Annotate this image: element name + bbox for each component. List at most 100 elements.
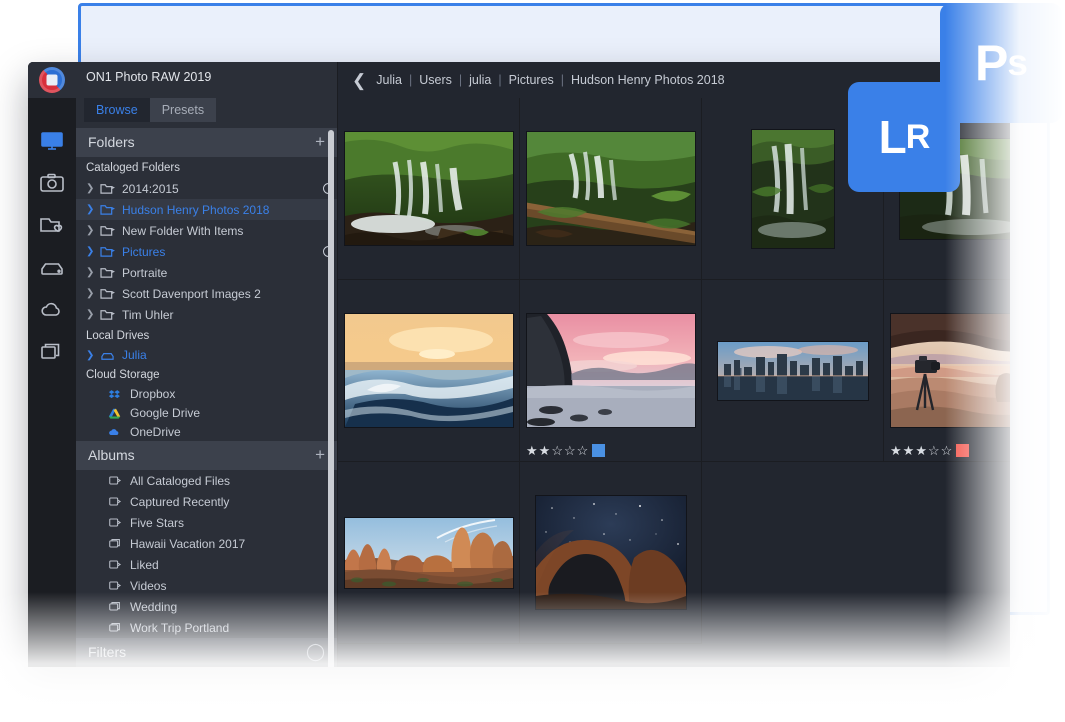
color-label-swatch[interactable] <box>592 444 606 457</box>
folder-row[interactable]: ❯ Hudson Henry Photos 2018 <box>76 199 337 221</box>
album-stack-icon <box>108 600 130 613</box>
drive-icon[interactable] <box>28 246 76 288</box>
photoshop-badge-label: P <box>975 35 1008 91</box>
chevron-left-icon[interactable]: ❮ <box>352 72 366 89</box>
cataloged-folders-label: Cataloged Folders <box>76 157 337 179</box>
folder-heart-icon[interactable] <box>28 204 76 246</box>
album-row[interactable]: Five Stars <box>76 512 337 533</box>
breadcrumb-item[interactable]: Hudson Henry Photos 2018 <box>571 73 725 87</box>
grid-cell[interactable] <box>338 462 520 644</box>
lightroom-badge[interactable]: LR <box>848 82 960 192</box>
breadcrumb-item[interactable]: Pictures <box>509 73 554 87</box>
breadcrumb-separator: | <box>458 73 463 87</box>
cloud-row-onedrive[interactable]: OneDrive <box>76 422 337 441</box>
tab-browse[interactable]: Browse <box>84 98 150 123</box>
layers-icon[interactable] <box>28 330 76 372</box>
chevron-right-icon[interactable]: ❯ <box>86 225 100 236</box>
folders-section-header[interactable]: Folders + <box>76 128 337 158</box>
breadcrumb-item[interactable]: Julia <box>376 73 402 87</box>
thumb-portland-skyline <box>717 341 868 400</box>
star-filled-icon[interactable]: ★ <box>539 444 551 457</box>
album-label: Captured Recently <box>130 494 230 509</box>
cloud-row-dropbox[interactable]: Dropbox <box>76 385 337 404</box>
thumb-mesa-arch-tripod <box>890 314 1010 427</box>
breadcrumb-item[interactable]: julia <box>469 73 491 87</box>
cloud-icon[interactable] <box>28 288 76 330</box>
album-row[interactable]: Wedding <box>76 596 337 617</box>
cloud-row-google-drive[interactable]: Google Drive <box>76 404 337 423</box>
thumb-park-avenue-arches <box>344 517 513 588</box>
star-empty-icon[interactable]: ☆ <box>564 444 576 457</box>
chevron-right-icon[interactable]: ❯ <box>86 204 100 215</box>
on1-aperture-logo <box>39 67 65 93</box>
folder-row[interactable]: ❯ Tim Uhler <box>76 304 337 325</box>
star-empty-icon[interactable]: ☆ <box>941 444 953 457</box>
rating-badge[interactable]: ★ ★ ☆ ☆ ☆ <box>526 444 606 457</box>
folder-row[interactable]: ❯ Portraite <box>76 262 337 283</box>
album-stack-icon <box>108 621 130 634</box>
filters-reset-icon[interactable]: ◯ <box>306 643 325 660</box>
album-label: All Cataloged Files <box>130 473 231 488</box>
chevron-right-icon[interactable]: ❯ <box>86 183 100 194</box>
folder-row[interactable]: ❯ Scott Davenport Images 2 <box>76 283 337 304</box>
albums-section-header[interactable]: Albums + <box>76 441 337 471</box>
album-row[interactable]: Hawaii Vacation 2017 <box>76 533 337 554</box>
album-label: Wedding <box>130 599 178 614</box>
drive-label: Julia <box>122 348 147 363</box>
tab-presets[interactable]: Presets <box>149 98 217 123</box>
star-filled-icon[interactable]: ★ <box>526 444 538 457</box>
star-filled-icon[interactable]: ★ <box>890 444 902 457</box>
album-label: Hawaii Vacation 2017 <box>130 536 246 551</box>
cloud-label: Google Drive <box>130 406 201 421</box>
sidebar-scrollbar[interactable] <box>328 130 334 667</box>
left-icon-rail <box>28 62 76 667</box>
folder-label: Portraite <box>122 265 168 280</box>
grid-cell[interactable] <box>338 280 520 462</box>
breadcrumb-separator: | <box>408 73 413 87</box>
album-row[interactable]: Liked <box>76 554 337 575</box>
grid-cell[interactable]: ★ ★ ★ ☆ ☆ <box>884 280 1010 462</box>
breadcrumb-separator: | <box>498 73 502 87</box>
album-row[interactable]: Videos <box>76 575 337 596</box>
photoshop-badge-sub: s <box>1007 42 1028 83</box>
folder-icon <box>100 203 122 216</box>
grid-cell[interactable] <box>520 98 702 280</box>
chevron-right-icon[interactable]: ❯ <box>86 309 100 320</box>
album-row[interactable]: Captured Recently <box>76 491 337 512</box>
filters-section-header[interactable]: Filters ◯ <box>76 638 337 667</box>
folder-icon <box>100 308 122 321</box>
grid-cell[interactable] <box>702 280 884 462</box>
album-row[interactable]: All Cataloged Files <box>76 470 337 491</box>
chevron-right-icon[interactable]: ❯ <box>86 350 100 361</box>
grid-cell[interactable]: ★ ★ ☆ ☆ ☆ <box>520 280 702 462</box>
add-folder-icon[interactable]: + <box>315 133 325 150</box>
folder-row[interactable]: ❯ Pictures <box>76 241 337 262</box>
add-album-icon[interactable]: + <box>315 446 325 463</box>
color-label-swatch[interactable] <box>956 444 970 457</box>
breadcrumb-item[interactable]: Users <box>419 73 452 87</box>
star-filled-icon[interactable]: ★ <box>903 444 915 457</box>
star-empty-icon[interactable]: ☆ <box>928 444 940 457</box>
rating-badge[interactable]: ★ ★ ★ ☆ ☆ <box>890 444 970 457</box>
star-empty-icon[interactable]: ☆ <box>577 444 589 457</box>
thumb-waterfall-columbia <box>344 132 513 245</box>
drive-row-julia[interactable]: ❯ Julia <box>76 346 337 364</box>
folder-row[interactable]: ❯ New Folder With Items <box>76 220 337 241</box>
star-empty-icon[interactable]: ☆ <box>551 444 563 457</box>
monitor-icon[interactable] <box>28 120 76 162</box>
folder-row[interactable]: ❯ 2014:2015 <box>76 178 337 199</box>
chevron-right-icon[interactable]: ❯ <box>86 246 100 257</box>
album-row[interactable]: Work Trip Portland <box>76 617 337 638</box>
grid-cell[interactable] <box>338 98 520 280</box>
thumb-turret-arch-night <box>535 496 686 609</box>
local-drives-label: Local Drives <box>76 325 337 347</box>
grid-cell[interactable] <box>520 462 702 644</box>
album-label: Videos <box>130 578 167 593</box>
camera-icon[interactable] <box>28 162 76 204</box>
star-filled-icon[interactable]: ★ <box>915 444 927 457</box>
album-icon <box>108 558 130 571</box>
left-sidebar: ON1 Photo RAW 2019 Browse Presets Folder… <box>76 62 338 667</box>
folder-label: 2014:2015 <box>122 181 179 196</box>
chevron-right-icon[interactable]: ❯ <box>86 267 100 278</box>
chevron-right-icon[interactable]: ❯ <box>86 288 100 299</box>
